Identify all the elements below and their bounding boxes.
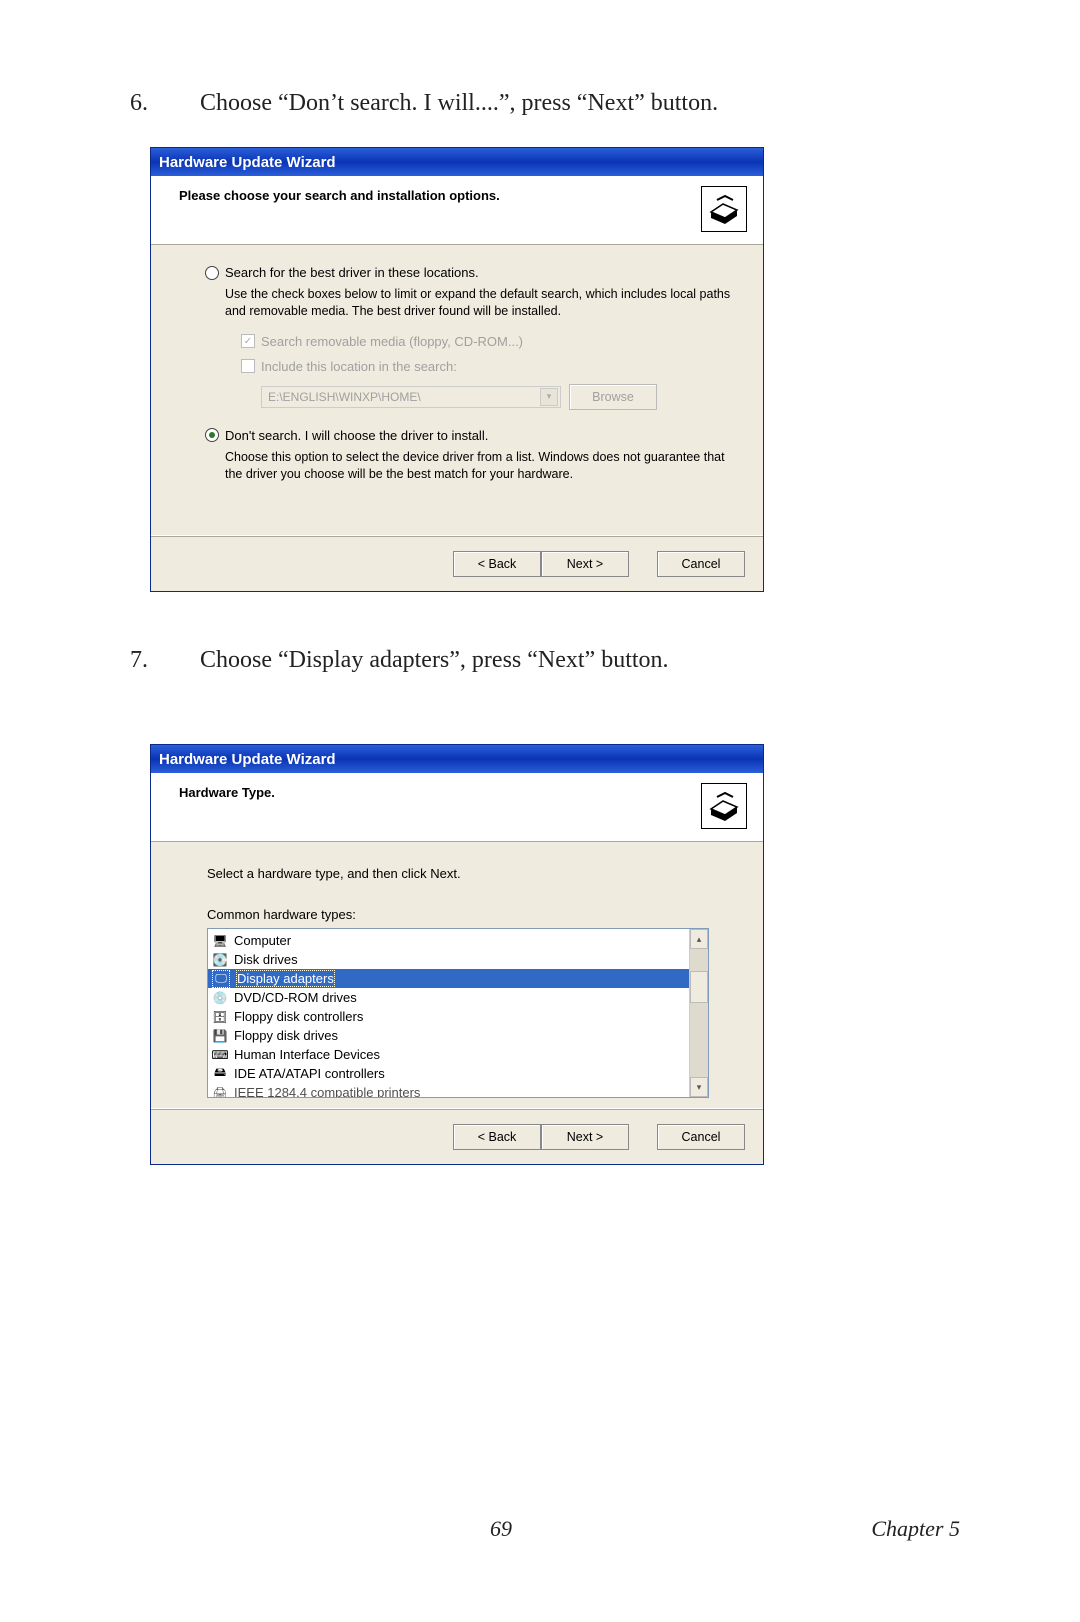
titlebar[interactable]: Hardware Update Wizard [151, 745, 763, 773]
controller-icon: 🗄 [212, 1009, 228, 1025]
cancel-button[interactable]: Cancel [657, 551, 745, 577]
checkbox-label: Include this location in the search: [261, 359, 457, 374]
list-item[interactable]: 🖴 IDE ATA/ATAPI controllers [208, 1064, 689, 1083]
back-button[interactable]: < Back [453, 551, 541, 577]
step-text: Choose “Don’t search. I will....”, press… [200, 90, 960, 117]
cancel-button[interactable]: Cancel [657, 1124, 745, 1150]
window-title: Hardware Update Wizard [159, 154, 336, 171]
disk-icon: 💽 [212, 952, 228, 968]
instruction-text: Select a hardware type, and then click N… [207, 866, 717, 881]
dvd-icon: 💿 [212, 990, 228, 1006]
computer-icon: 🖥 [212, 933, 228, 949]
back-button[interactable]: < Back [453, 1124, 541, 1150]
printer-icon: 🖨 [212, 1085, 228, 1099]
list-label: Common hardware types: [207, 907, 717, 922]
checkbox-removable-media[interactable]: ✓ Search removable media (floppy, CD-ROM… [241, 334, 733, 349]
wizard-body: Select a hardware type, and then click N… [151, 842, 763, 1109]
scroll-thumb[interactable] [690, 971, 708, 1003]
option2-description: Choose this option to select the device … [225, 449, 733, 483]
radio-label: Search for the best driver in these loca… [225, 265, 479, 280]
device-icon [701, 186, 747, 232]
list-item-label: Disk drives [234, 952, 298, 967]
wizard-search-options: Hardware Update Wizard Please choose you… [150, 147, 764, 592]
step-6: 6. Choose “Don’t search. I will....”, pr… [120, 90, 960, 117]
list-item-label: DVD/CD-ROM drives [234, 990, 357, 1005]
list-item[interactable]: 🖨 IEEE 1284.4 compatible printers [208, 1083, 689, 1098]
hardware-type-listbox[interactable]: 🖥 Computer 💽 Disk drives 🖵 Display adapters… [207, 928, 709, 1098]
list-item-label: IDE ATA/ATAPI controllers [234, 1066, 385, 1081]
browse-button[interactable]: Browse [569, 384, 657, 410]
list-item[interactable]: 💿 DVD/CD-ROM drives [208, 988, 689, 1007]
radio-search-auto[interactable]: Search for the best driver in these loca… [205, 265, 733, 280]
list-item[interactable]: 💽 Disk drives [208, 950, 689, 969]
option1-description: Use the check boxes below to limit or ex… [225, 286, 733, 320]
list-item-label: Floppy disk controllers [234, 1009, 363, 1024]
path-value: E:\ENGLISH\WINXP\HOME\ [268, 390, 421, 404]
list-item-label: Human Interface Devices [234, 1047, 380, 1062]
wizard-footer: < Back Next > Cancel [151, 1109, 763, 1164]
header-title: Please choose your search and installati… [179, 186, 500, 203]
display-icon: 🖵 [212, 970, 230, 988]
wizard-footer: < Back Next > Cancel [151, 536, 763, 591]
wizard-hardware-type: Hardware Update Wizard Hardware Type. Se… [150, 744, 764, 1165]
list-item-selected[interactable]: 🖵 Display adapters [208, 969, 689, 988]
list-item-label: Computer [234, 933, 291, 948]
checkbox-include-location[interactable]: Include this location in the search: [241, 359, 733, 374]
page-footer: 69 Chapter 5 [0, 1516, 1080, 1542]
list-content: 🖥 Computer 💽 Disk drives 🖵 Display adapters… [208, 929, 689, 1097]
hid-icon: ⌨ [212, 1047, 228, 1063]
checkbox-icon [241, 359, 255, 373]
titlebar[interactable]: Hardware Update Wizard [151, 148, 763, 176]
step-7: 7. Choose “Display adapters”, press “Nex… [120, 647, 960, 674]
step-number: 6. [120, 90, 200, 117]
wizard-body: Search for the best driver in these loca… [151, 245, 763, 536]
list-item-label: Floppy disk drives [234, 1028, 338, 1043]
list-item-label: Display adapters [236, 970, 335, 987]
list-item-label: IEEE 1284.4 compatible printers [234, 1085, 420, 1098]
step-text: Choose “Display adapters”, press “Next” … [200, 647, 960, 674]
next-button[interactable]: Next > [541, 1124, 629, 1150]
window-title: Hardware Update Wizard [159, 751, 336, 768]
radio-label: Don't search. I will choose the driver t… [225, 428, 488, 443]
next-button[interactable]: Next > [541, 551, 629, 577]
chapter-label: Chapter 5 [871, 1516, 960, 1542]
list-item[interactable]: ⌨ Human Interface Devices [208, 1045, 689, 1064]
checkbox-icon: ✓ [241, 334, 255, 348]
location-row: E:\ENGLISH\WINXP\HOME\ ▾ Browse [261, 384, 733, 410]
list-item[interactable]: 💾 Floppy disk drives [208, 1026, 689, 1045]
device-icon [701, 783, 747, 829]
list-item[interactable]: 🗄 Floppy disk controllers [208, 1007, 689, 1026]
ide-icon: 🖴 [212, 1066, 228, 1082]
scroll-up-icon[interactable]: ▴ [690, 929, 708, 949]
floppy-icon: 💾 [212, 1028, 228, 1044]
scroll-down-icon[interactable]: ▾ [690, 1077, 708, 1097]
page-number: 69 [490, 1516, 512, 1542]
radio-icon [205, 428, 219, 442]
radio-dont-search[interactable]: Don't search. I will choose the driver t… [205, 428, 733, 443]
list-item[interactable]: 🖥 Computer [208, 931, 689, 950]
radio-icon [205, 266, 219, 280]
scroll-track[interactable] [690, 949, 708, 1077]
scrollbar[interactable]: ▴ ▾ [689, 929, 708, 1097]
step-number: 7. [120, 647, 200, 674]
chevron-down-icon: ▾ [540, 388, 558, 406]
checkbox-label: Search removable media (floppy, CD-ROM..… [261, 334, 523, 349]
document-page: 6. Choose “Don’t search. I will....”, pr… [0, 0, 1080, 1622]
wizard-header: Please choose your search and installati… [151, 176, 763, 245]
header-title: Hardware Type. [179, 783, 275, 800]
wizard-header: Hardware Type. [151, 773, 763, 842]
path-combobox[interactable]: E:\ENGLISH\WINXP\HOME\ ▾ [261, 386, 561, 408]
